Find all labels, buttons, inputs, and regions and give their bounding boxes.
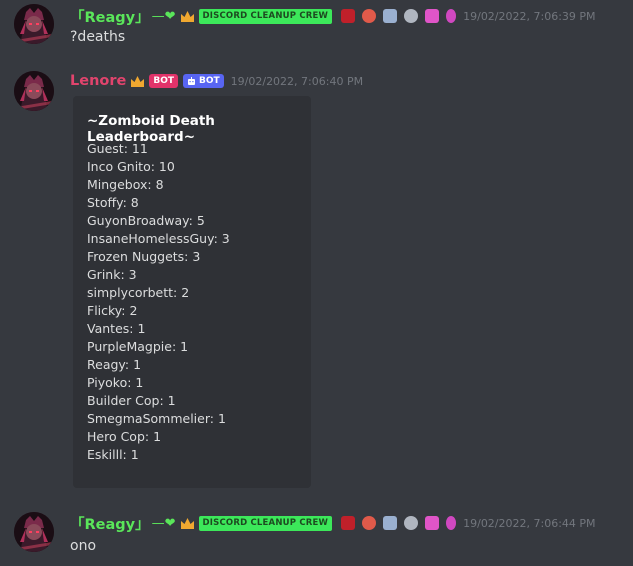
leaderboard-entry: Grink: 3 [87, 267, 137, 282]
pink-gem-icon[interactable] [446, 516, 457, 530]
message-header: 「Reagy」 —❤ DISCORD CLEANUP CREW 19/02/20… [70, 5, 596, 27]
pink-hexagon-icon[interactable] [425, 9, 440, 23]
crimson-fang-icon[interactable] [341, 9, 356, 23]
leaderboard-entry: Guest: 11 [87, 141, 148, 156]
leaderboard-entry: InsaneHomelessGuy: 3 [87, 231, 230, 246]
badge-row [341, 516, 457, 530]
verified-bot-tag: BOT [183, 74, 224, 88]
pink-gem-icon[interactable] [446, 9, 457, 23]
name-suffix: —❤ [151, 8, 176, 24]
avatar-image [14, 512, 54, 552]
blue-car-icon[interactable] [383, 516, 398, 530]
leaderboard-entry: Mingebox: 8 [87, 177, 164, 192]
avatar-image [14, 71, 54, 111]
gray-disc-icon[interactable] [404, 516, 419, 530]
leaderboard-entry: SmegmaSommelier: 1 [87, 411, 226, 426]
leaderboard-entry: Reagy: 1 [87, 357, 142, 372]
pink-hexagon-icon[interactable] [425, 516, 440, 530]
crown-icon [180, 517, 194, 529]
leaderboard-entry: Vantes: 1 [87, 321, 146, 336]
leaderboard-embed: ~Zomboid Death Leaderboard~ Guest: 11 In… [73, 96, 311, 488]
username[interactable]: Lenore [70, 73, 126, 89]
avatar[interactable] [14, 71, 54, 111]
message-header: 「Reagy」 —❤ DISCORD CLEANUP CREW 19/02/20… [70, 512, 596, 534]
crown-icon [180, 10, 194, 22]
leaderboard-entry: GuyonBroadway: 5 [87, 213, 205, 228]
crimson-fang-icon[interactable] [341, 516, 356, 530]
message-header: Lenore BOT BOT 19/02/2022, 7:06:40 PM [70, 70, 363, 92]
gray-disc-icon[interactable] [404, 9, 419, 23]
timestamp: 19/02/2022, 7:06:44 PM [463, 516, 596, 530]
crown-icon [131, 75, 145, 87]
leaderboard-entry: Flicky: 2 [87, 303, 138, 318]
name-suffix: —❤ [151, 515, 176, 531]
leaderboard-entry: Piyoko: 1 [87, 375, 144, 390]
timestamp: 19/02/2022, 7:06:39 PM [463, 9, 596, 23]
leaderboard-entry: Inco Gnito: 10 [87, 159, 175, 174]
message-content: ono [70, 538, 97, 554]
leaderboard-entry: Builder Cop: 1 [87, 393, 176, 408]
avatar-image [14, 4, 54, 44]
embed-entries: Guest: 11 Inco Gnito: 10 Mingebox: 8 Sto… [87, 140, 230, 464]
leaderboard-entry: Stoffy: 8 [87, 195, 139, 210]
avatar[interactable] [14, 4, 54, 44]
role-badge[interactable]: DISCORD CLEANUP CREW [198, 515, 333, 531]
timestamp: 19/02/2022, 7:06:40 PM [230, 74, 364, 88]
leaderboard-entry: PurpleMagpie: 1 [87, 339, 189, 354]
red-chevron-icon[interactable] [362, 516, 377, 530]
bot-tag: BOT [149, 74, 178, 88]
red-chevron-icon[interactable] [362, 9, 377, 23]
leaderboard-entry: simplycorbett: 2 [87, 285, 190, 300]
leaderboard-entry: Frozen Nuggets: 3 [87, 249, 201, 264]
username[interactable]: 「Reagy」 [70, 6, 150, 27]
role-badge[interactable]: DISCORD CLEANUP CREW [198, 8, 333, 24]
avatar[interactable] [14, 512, 54, 552]
leaderboard-entry: Hero Cop: 1 [87, 429, 162, 444]
blue-car-icon[interactable] [383, 9, 398, 23]
message-content: ?deaths [70, 29, 126, 45]
leaderboard-entry: Eskilll: 1 [87, 447, 139, 462]
badge-row [341, 9, 457, 23]
bot-tag-label: BOT [199, 76, 220, 86]
robot-icon [188, 76, 195, 85]
username[interactable]: 「Reagy」 [70, 513, 150, 534]
